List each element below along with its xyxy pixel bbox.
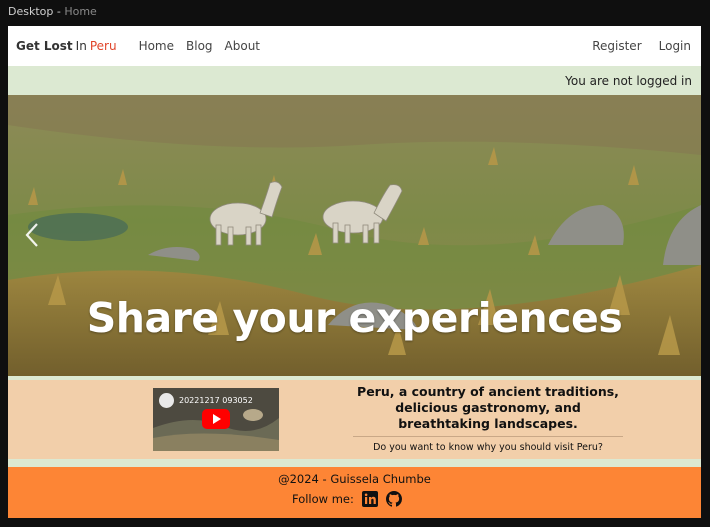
auth-nav: Register Login: [575, 39, 691, 53]
hero-title: Share your experiences: [86, 294, 623, 342]
register-link[interactable]: Register: [592, 39, 641, 53]
youtube-play-icon[interactable]: [202, 409, 230, 429]
login-status-bar: You are not logged in: [8, 66, 701, 95]
video-thumbnail[interactable]: 20221217 093052: [153, 388, 279, 451]
brand-part-2: In: [75, 39, 87, 53]
carousel-prev-icon[interactable]: [22, 222, 42, 248]
linkedin-icon[interactable]: [361, 491, 378, 507]
copyright-text: @2024 - Guissela Chumbe: [278, 472, 431, 486]
brand-part-3: Peru: [89, 39, 117, 53]
hero-carousel: Share your experiences: [8, 95, 701, 376]
login-link[interactable]: Login: [659, 39, 691, 53]
page: Get Lost In Peru Home Blog About Register …: [8, 26, 701, 518]
nav-link-home[interactable]: Home: [139, 39, 174, 53]
footer: @2024 - Guissela Chumbe Follow me:: [8, 467, 701, 518]
navbar: Get Lost In Peru Home Blog About Register …: [8, 26, 701, 66]
video-title: 20221217 093052: [179, 396, 253, 405]
window-title: Desktop - Home: [8, 4, 97, 20]
info-headline: Peru, a country of ancient traditions, d…: [357, 384, 619, 431]
window-title-prefix: Desktop -: [8, 5, 65, 18]
window-title-page: Home: [64, 5, 97, 18]
divider-stripe-bottom: [8, 459, 701, 467]
main-nav: Home Blog About: [139, 39, 272, 53]
channel-avatar: [159, 393, 174, 408]
info-section: 20221217 093052 Peru, a country of ancie…: [8, 380, 701, 459]
brand-logo[interactable]: Get Lost In Peru: [16, 39, 117, 53]
github-icon[interactable]: [385, 491, 402, 507]
social-links: Follow me:: [292, 491, 410, 507]
info-question: Do you want to know why you should visit…: [373, 442, 603, 453]
login-status-text: You are not logged in: [565, 73, 692, 88]
nav-link-blog[interactable]: Blog: [186, 39, 213, 53]
brand-part-1: Get Lost: [16, 39, 73, 53]
follow-label: Follow me:: [292, 492, 354, 506]
nav-link-about[interactable]: About: [225, 39, 260, 53]
info-divider: [353, 436, 623, 437]
